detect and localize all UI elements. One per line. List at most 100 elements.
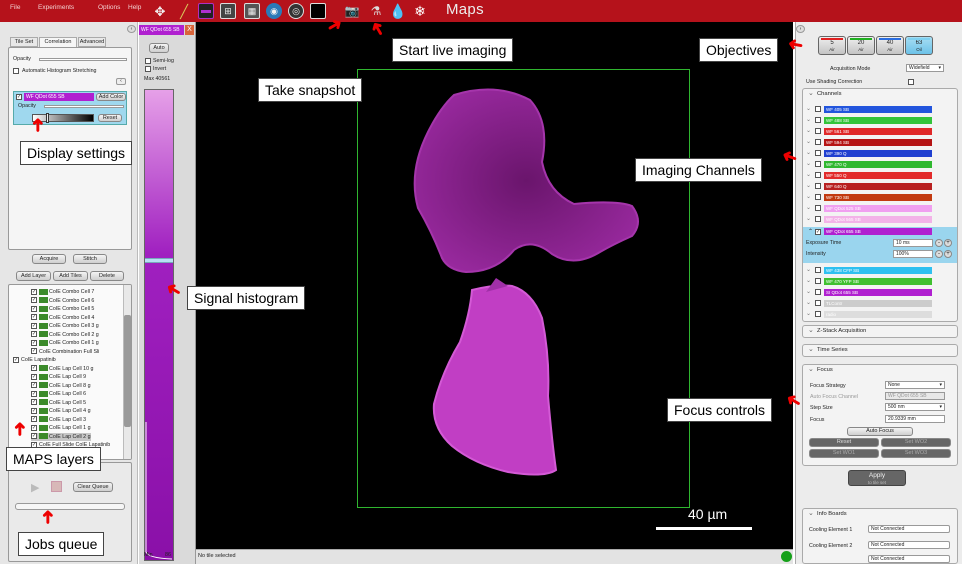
channel-row[interactable]: ⌄ WF 438 CFP SB <box>803 266 955 275</box>
histogram-tab[interactable]: WF QDot 655 SB <box>139 25 184 35</box>
layer-opacity-slider[interactable] <box>44 105 124 108</box>
tree-item-checkbox[interactable]: ✓ <box>31 297 37 304</box>
channel-swatch[interactable]: TLContr <box>824 300 932 307</box>
selected-channel-swatch[interactable]: WF QDot 655 SB <box>824 228 932 235</box>
tree-item-checkbox[interactable]: ✓ <box>13 356 19 363</box>
channel-row[interactable]: ⌄ WF 488 SB <box>803 116 955 125</box>
channel-row[interactable]: ⌄ WF QDot 525 SB <box>803 204 955 213</box>
tree-item[interactable]: ✓ CoIE Combo Cell 6 <box>31 297 94 305</box>
channel-swatch[interactable]: SI QDot 655 SB <box>824 289 932 296</box>
tree-item[interactable]: ✓ CoIE Lap Cell 5 <box>31 399 86 407</box>
tree-item-checkbox[interactable]: ✓ <box>31 407 37 414</box>
focus-strategy-select[interactable]: None <box>885 381 945 389</box>
tree-item-checkbox[interactable]: ✓ <box>31 382 37 389</box>
zstack-header[interactable]: Z-Stack Acquisition <box>803 326 957 337</box>
channel-checkbox[interactable] <box>815 172 821 178</box>
channel-row[interactable]: ⌄ WF 594 SB <box>803 138 955 147</box>
add-color-button[interactable]: Add Color <box>96 93 126 101</box>
channel-expand-icon[interactable]: ⌄ <box>806 310 811 317</box>
info-boards-header[interactable]: Info Boards <box>803 509 957 520</box>
channel-expand-icon[interactable]: ⌄ <box>806 215 811 222</box>
expand-icon[interactable]: ‹ <box>116 78 126 85</box>
acquisition-mode-select[interactable]: Widefield <box>906 64 944 72</box>
channel-row[interactable]: ⌄ WF 640 Q <box>803 182 955 191</box>
channel-checkbox[interactable] <box>815 278 821 284</box>
auto-focus-channel-field[interactable]: WF QDot 655 SB <box>885 392 945 400</box>
tree-item-checkbox[interactable]: ✓ <box>31 416 37 423</box>
tree-item[interactable]: ✓ CoIE Lap Cell 10 g <box>31 365 93 373</box>
channel-checkbox[interactable] <box>815 300 821 306</box>
clear-queue-button[interactable]: Clear Queue <box>73 482 113 492</box>
layer-visible-checkbox[interactable]: ✓ <box>16 94 22 100</box>
channel-checkbox[interactable] <box>815 139 821 145</box>
tree-item[interactable]: ✓ CoIE Lap Cell 6 <box>31 390 86 398</box>
reset-display-button[interactable]: Reset <box>98 114 122 122</box>
objective-button[interactable]: 20 Air <box>847 36 875 55</box>
stop-icon[interactable] <box>51 481 62 492</box>
semilog-checkbox[interactable] <box>145 58 151 64</box>
channel-checkbox[interactable] <box>815 311 821 317</box>
channel-row[interactable]: ⌄ WF 405 SB <box>803 105 955 114</box>
tree-item-checkbox[interactable]: ✓ <box>31 339 37 346</box>
overlay-icon[interactable] <box>310 3 326 19</box>
channel-swatch[interactable]: WF QDot 525 SB <box>824 205 932 212</box>
channel-expand-icon[interactable]: ⌄ <box>806 204 811 211</box>
tree-item[interactable]: ✓ CoIE Lap Cell 2 g <box>31 432 91 441</box>
intensity-increase-icon[interactable]: + <box>944 250 952 258</box>
auto-button[interactable]: Auto <box>149 43 169 53</box>
tree-item[interactable]: ✓ CoIE Combo Cell 4 <box>31 314 94 322</box>
channel-row[interactable]: ⌄ WF 730 SB <box>803 193 955 202</box>
stitch-button[interactable]: Stitch <box>73 254 107 264</box>
channel-expand-icon[interactable]: ⌄ <box>806 277 811 284</box>
channel-checkbox[interactable] <box>815 161 821 167</box>
move-icon[interactable]: ✥ <box>152 3 168 19</box>
stage-icon[interactable]: ▦ <box>244 3 260 19</box>
tree-item[interactable]: ✓ CoIE Combination Full Sli <box>31 348 99 356</box>
tree-item-checkbox[interactable]: ✓ <box>31 399 37 406</box>
channel-swatch[interactable]: WF 594 SB <box>824 139 932 146</box>
exposure-increase-icon[interactable]: + <box>944 239 952 247</box>
channel-expand-icon[interactable]: ⌄ <box>806 171 811 178</box>
add-layer-button[interactable]: Add Layer <box>16 271 51 281</box>
focus-header[interactable]: Focus <box>803 365 957 376</box>
channel-expand-icon[interactable]: ⌄ <box>806 160 811 167</box>
timeseries-section[interactable]: Time Series <box>802 344 958 357</box>
channel-row[interactable]: ⌄ SI QDot 655 SB <box>803 288 955 297</box>
channel-expand-icon[interactable]: ⌄ <box>806 116 811 123</box>
target-icon[interactable]: ◎ <box>288 3 304 19</box>
globe-icon[interactable]: ◉ <box>266 3 282 19</box>
tree-item-checkbox[interactable]: ✓ <box>31 331 37 338</box>
channel-row[interactable]: ⌄ WF 550 Q <box>803 171 955 180</box>
tree-item[interactable]: ✓ CoIE Lap Cell 4 g <box>31 407 91 415</box>
tree-item-checkbox[interactable]: ✓ <box>31 305 37 312</box>
tree-item-checkbox[interactable]: ✓ <box>31 373 37 380</box>
channel-checkbox[interactable] <box>815 128 821 134</box>
menu-experiments[interactable]: Experiments <box>38 4 74 11</box>
channel-row[interactable]: ⌄ WF QDot 565 SB <box>803 215 955 224</box>
channel-expand-icon[interactable]: ⌄ <box>806 182 811 189</box>
set-wo3-button[interactable]: Set WO3 <box>881 449 951 458</box>
reset-focus-button[interactable]: Reset <box>809 438 879 447</box>
tree-item[interactable]: ✓ CoIE Lap Cell 3 <box>31 416 86 424</box>
set-wo1-button[interactable]: Set WO1 <box>809 449 879 458</box>
channel-expand-icon[interactable]: ⌄ <box>806 138 811 145</box>
camera-icon[interactable]: 📷 <box>344 3 360 19</box>
intensity-decrease-icon[interactable]: - <box>935 250 943 258</box>
display-mode-icon[interactable] <box>198 3 214 19</box>
menu-options[interactable]: Options <box>98 4 120 11</box>
zstack-section[interactable]: Z-Stack Acquisition <box>802 325 958 338</box>
apply-button[interactable]: Apply to tile set <box>848 470 906 486</box>
channel-swatch[interactable]: WF 390 Q <box>824 150 932 157</box>
tree-group[interactable]: ✓ CoIE Lapatinib <box>13 356 56 364</box>
timeseries-header[interactable]: Time Series <box>803 345 957 356</box>
channel-checkbox[interactable] <box>815 216 821 222</box>
channel-expand-icon[interactable]: ⌄ <box>806 299 811 306</box>
channel-expand-icon[interactable]: ⌄ <box>806 105 811 112</box>
objective-button[interactable]: 40 Air <box>876 36 904 55</box>
channel-row[interactable]: ⌄ TLContr <box>803 299 955 308</box>
play-icon[interactable]: ▶ <box>31 481 39 494</box>
tab-advanced[interactable]: Advanced <box>78 37 106 47</box>
tree-item[interactable]: ✓ CoIE Combo Cell 1 g <box>31 339 99 347</box>
tree-item[interactable]: ✓ CoIE Lap Cell 9 <box>31 373 86 381</box>
opacity-slider[interactable] <box>39 58 127 61</box>
